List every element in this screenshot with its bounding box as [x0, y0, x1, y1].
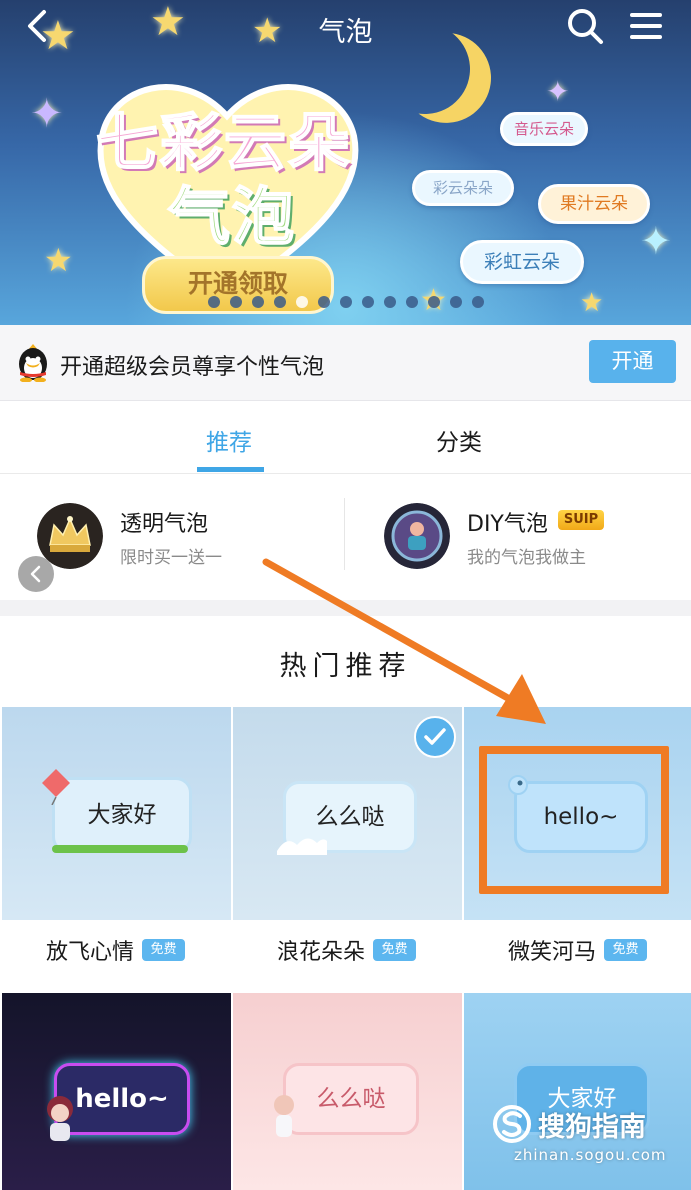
suip-badge: SUIP	[558, 510, 604, 530]
sparkle-decoration: ✦	[546, 75, 570, 108]
kite-icon	[42, 769, 70, 805]
top-navigation-bar: 气泡	[0, 0, 691, 52]
featured-title: DIY气泡	[467, 512, 548, 537]
bubble-card-label: 放飞心情 免费	[2, 920, 231, 992]
menu-button[interactable]	[628, 10, 664, 42]
bubble-card[interactable]: 么么哒	[233, 993, 462, 1190]
bubble-card-label: 微笑河马 免费	[464, 920, 691, 992]
bubble-card[interactable]: 大家好	[2, 707, 231, 920]
promo-banner[interactable]: ★ ★ ★ ★ ★ ★ ✦ ✦ ✦ 七彩云朵 气泡 开通领取 音乐云朵 彩云朵朵…	[0, 0, 691, 325]
tab-recommend[interactable]: 推荐	[206, 423, 252, 457]
carousel-dot[interactable]	[406, 296, 418, 308]
sogou-logo-icon	[493, 1105, 531, 1143]
carousel-dot[interactable]	[208, 296, 220, 308]
chevron-left-icon	[30, 565, 41, 583]
bubble-preview: 么么哒	[283, 1063, 419, 1135]
cloud-tag: 彩虹云朵	[460, 240, 584, 284]
star-decoration: ★	[44, 241, 73, 279]
carousel-dot[interactable]	[252, 296, 264, 308]
carousel-indicator	[208, 296, 484, 308]
grass-decoration	[52, 845, 188, 853]
bubble-name: 微笑河马	[508, 940, 597, 965]
watermark-url: zhinan.sogou.com	[514, 1146, 667, 1164]
carousel-dot[interactable]	[428, 296, 440, 308]
bubble-name: 放飞心情	[46, 940, 135, 965]
search-button[interactable]	[565, 6, 605, 46]
carousel-dot[interactable]	[274, 296, 286, 308]
featured-subtitle: 限时买一送一	[120, 548, 222, 568]
free-badge: 免费	[373, 939, 416, 961]
free-badge: 免费	[142, 939, 185, 961]
banner-headline-line2: 气泡	[167, 179, 297, 254]
carousel-dot[interactable]	[230, 296, 242, 308]
bubble-card[interactable]: hello~	[2, 993, 231, 1190]
cloud-tag: 果汁云朵	[538, 184, 650, 224]
carousel-dot[interactable]	[318, 296, 330, 308]
tab-category[interactable]: 分类	[436, 423, 482, 457]
qq-penguin-icon	[19, 344, 47, 382]
anime-character-icon	[47, 1096, 73, 1141]
carousel-dot[interactable]	[450, 296, 462, 308]
free-badge: 免费	[604, 939, 647, 961]
highlight-box	[479, 746, 669, 894]
bubble-card-label: 浪花朵朵 免费	[233, 920, 462, 992]
bubble-name: 浪花朵朵	[277, 940, 366, 965]
scroll-left-button[interactable]	[18, 556, 54, 592]
tab-bar: 推荐 分类	[0, 401, 691, 474]
open-vip-button[interactable]: 开通	[589, 340, 676, 383]
search-icon	[568, 9, 603, 44]
vip-promo-text: 开通超级会员尊享个性气泡	[60, 355, 325, 380]
cloud-tag: 音乐云朵	[500, 112, 588, 146]
menu-icon	[630, 13, 662, 39]
carousel-dot[interactable]	[472, 296, 484, 308]
girl-character-icon	[274, 1095, 294, 1137]
carousel-dot[interactable]	[340, 296, 352, 308]
carousel-dot[interactable]	[384, 296, 396, 308]
featured-title: 透明气泡	[120, 512, 209, 537]
arrow-annotation-icon	[262, 558, 546, 724]
carousel-dot-active[interactable]	[296, 296, 308, 308]
sparkle-decoration: ✦	[640, 219, 672, 263]
wave-decoration	[277, 838, 327, 855]
star-decoration: ★	[580, 288, 604, 318]
sparkle-decoration: ✦	[30, 91, 64, 137]
cloud-tag: 彩云朵朵	[412, 170, 514, 206]
carousel-dot[interactable]	[362, 296, 374, 308]
active-tab-indicator	[197, 467, 264, 472]
watermark-text: 搜狗指南	[538, 1112, 646, 1143]
